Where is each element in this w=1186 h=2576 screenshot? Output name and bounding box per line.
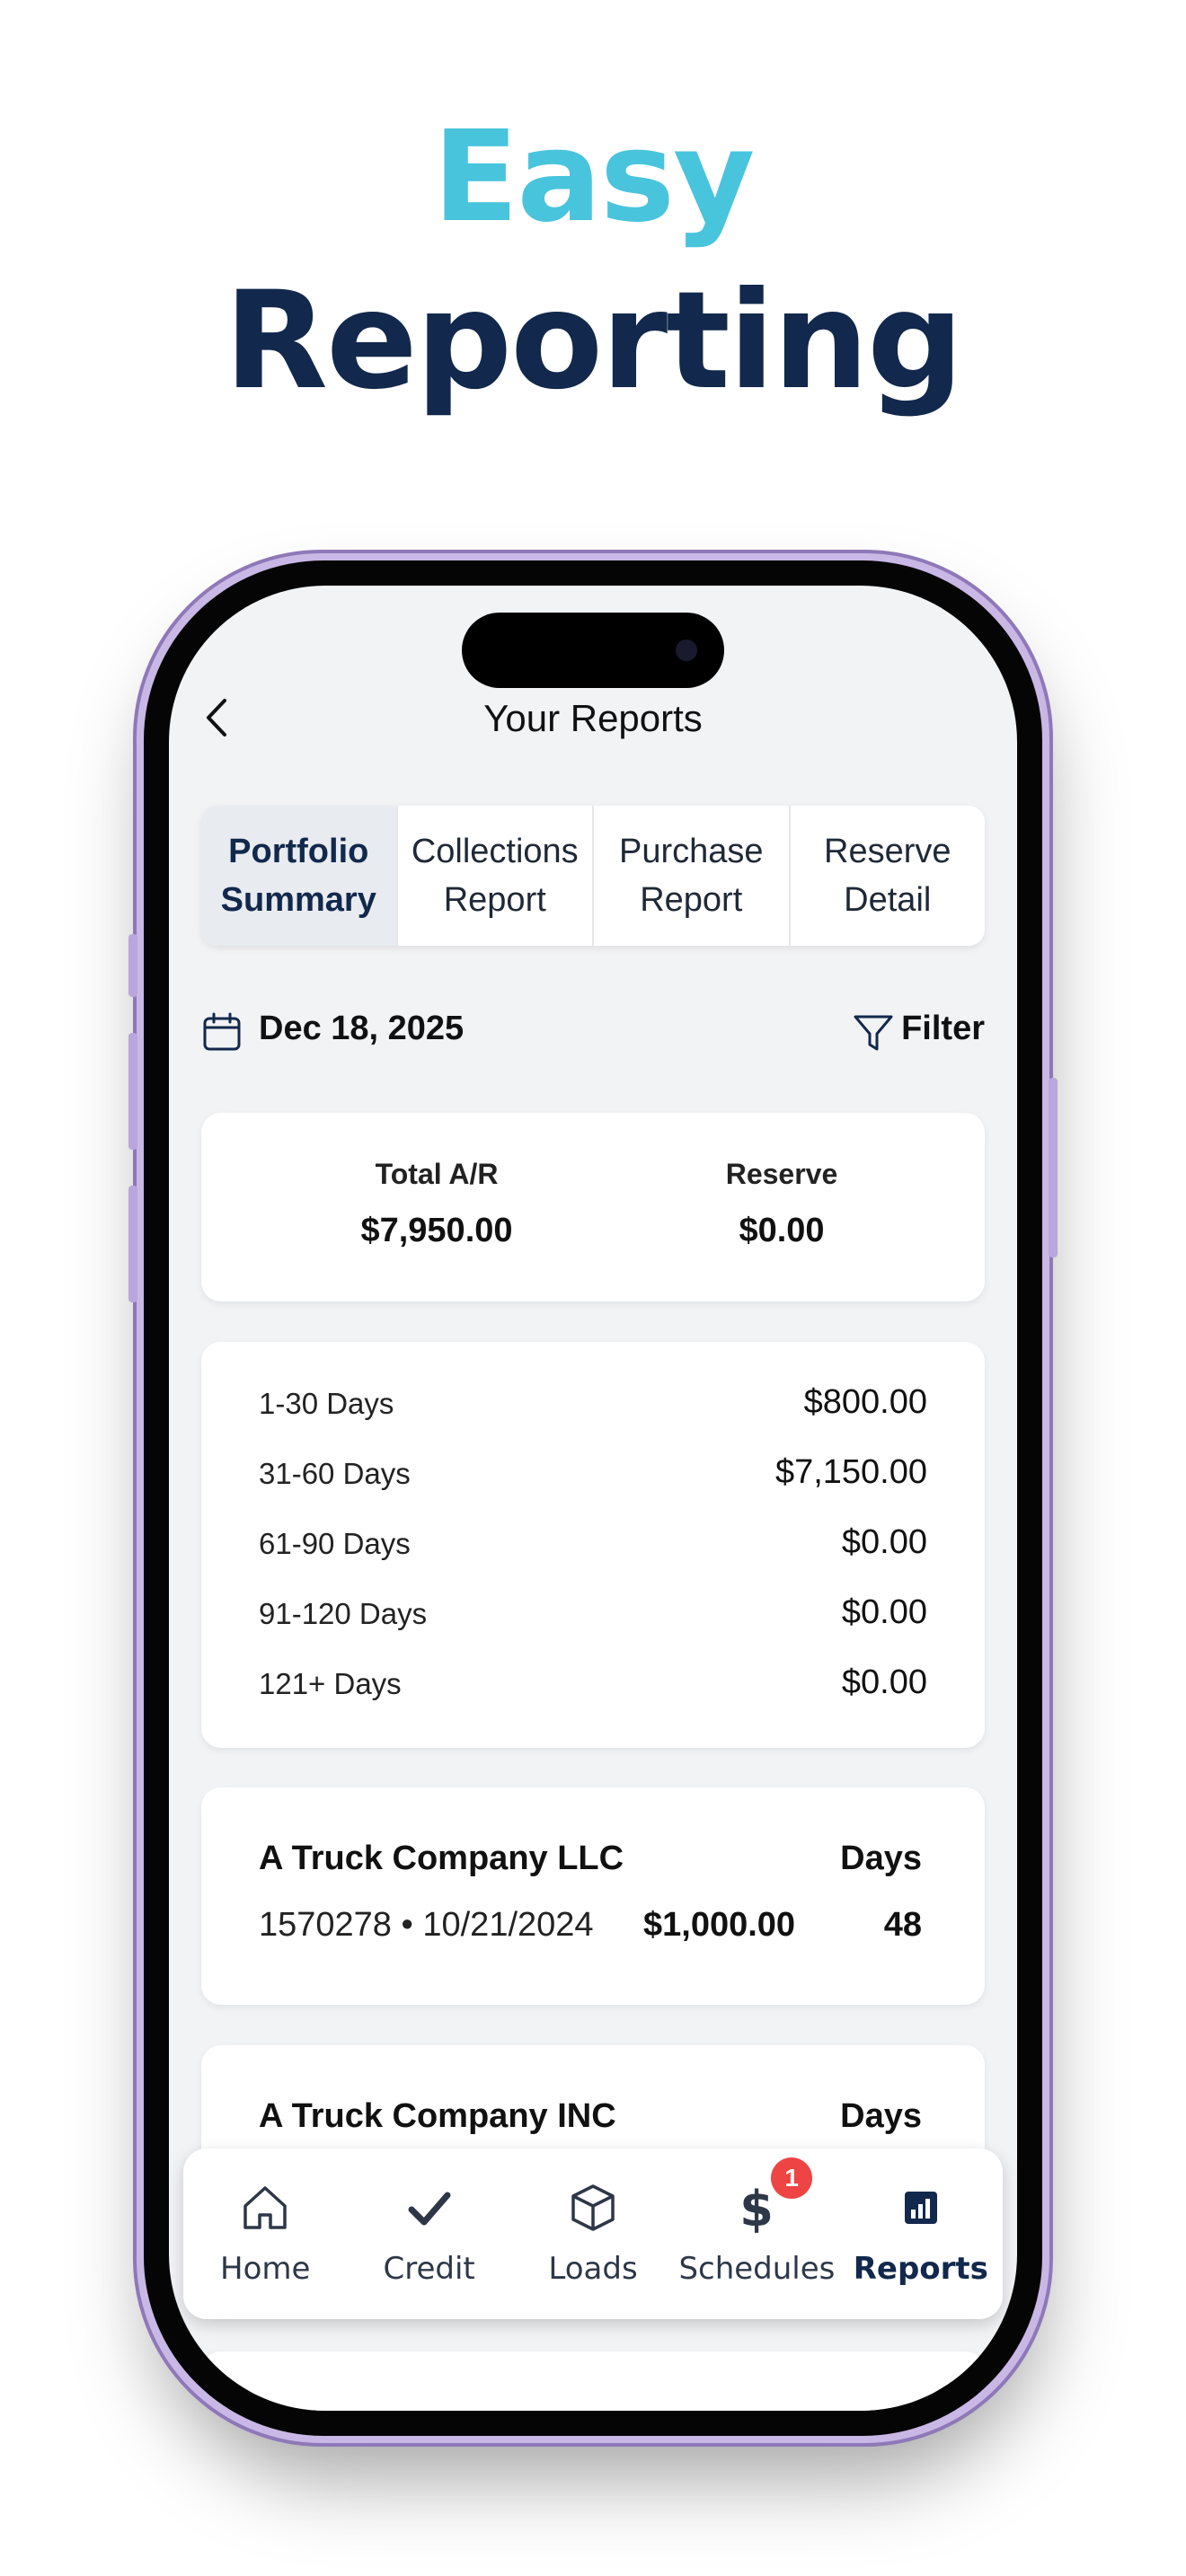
days-label: Days	[840, 2097, 922, 2135]
reserve: Reserve $0.00	[647, 1156, 916, 1251]
tab-label: Credit	[383, 2251, 475, 2287]
total-ar-value: $7,950.00	[360, 1212, 513, 1249]
tab-credit[interactable]: Credit	[347, 2148, 510, 2319]
company-name: A Truck Company LLC	[259, 1839, 624, 1877]
calendar-icon[interactable]	[201, 1011, 243, 1053]
tab-label: Reports	[853, 2251, 988, 2287]
reserve-label: Reserve	[725, 1158, 838, 1190]
camera-icon	[676, 640, 697, 661]
aging-label: 31-60 Days	[259, 1457, 411, 1490]
aging-row: 1-30 Days $800.00	[259, 1378, 927, 1432]
dynamic-island	[462, 613, 724, 688]
bar-chart-icon	[904, 2192, 937, 2224]
company-name: A Truck Company INC	[259, 2097, 616, 2135]
power-button	[1049, 1078, 1058, 1257]
tab-reserve-detail[interactable]: Reserve Detail	[788, 806, 986, 946]
aging-row: 31-60 Days $7,150.00	[259, 1448, 927, 1502]
tab-label: Loads	[548, 2251, 638, 2287]
side-button	[128, 934, 137, 997]
aging-row: 61-90 Days $0.00	[259, 1518, 927, 1572]
total-ar-label: Total A/R	[375, 1158, 499, 1190]
tab-portfolio-summary[interactable]: Portfolio Summary	[201, 806, 396, 946]
tab-label: Schedules	[678, 2251, 836, 2287]
tab-reports[interactable]: Reports	[839, 2148, 1003, 2319]
invoice-card[interactable]	[201, 2351, 985, 2411]
tab-purchase-report[interactable]: Purchase Report	[592, 806, 789, 946]
checkmark-icon	[408, 2192, 451, 2226]
bottom-tab-bar: Home Credit Loads $ 1 Schedules Reports	[183, 2148, 1003, 2319]
aging-card: 1-30 Days $800.00 31-60 Days $7,150.00 6…	[201, 1342, 985, 1748]
aging-label: 1-30 Days	[259, 1387, 394, 1420]
tab-collections-report[interactable]: Collections Report	[395, 806, 593, 946]
aging-label: 91-120 Days	[259, 1597, 428, 1630]
box-icon	[571, 2184, 615, 2231]
tab-loads[interactable]: Loads	[511, 2148, 675, 2319]
headline-reporting: Reporting	[224, 263, 964, 419]
aging-value: $800.00	[803, 1383, 927, 1421]
aging-row: 121+ Days $0.00	[259, 1658, 927, 1712]
invoice-amount: $1,000.00	[643, 1906, 796, 1944]
aging-label: 61-90 Days	[259, 1527, 411, 1560]
aging-value: $0.00	[841, 1523, 927, 1561]
tab-label: Home	[220, 2251, 311, 2287]
aging-value: $0.00	[841, 1593, 927, 1631]
total-ar: Total A/R $7,950.00	[302, 1156, 571, 1251]
aging-label: 121+ Days	[259, 1667, 402, 1700]
home-icon	[243, 2186, 287, 2229]
aging-value: $0.00	[841, 1663, 927, 1701]
tab-schedules[interactable]: $ 1 Schedules	[675, 2148, 838, 2319]
reserve-value: $0.00	[739, 1212, 825, 1249]
headline-easy: Easy	[432, 104, 756, 251]
notification-badge: 1	[771, 2157, 813, 2199]
page-title: Your Reports	[483, 697, 703, 739]
filter-icon[interactable]	[852, 1011, 895, 1054]
date-filter-row: Dec 18, 2025 Filter	[201, 1004, 985, 1058]
report-date[interactable]: Dec 18, 2025	[259, 1010, 464, 1048]
phone-screen: Your Reports Portfolio Summary Collectio…	[169, 586, 1017, 2411]
invoice-meta: 1570278 • 10/21/2024	[259, 1906, 594, 1944]
aging-value: $7,150.00	[774, 1453, 927, 1491]
tab-home[interactable]: Home	[183, 2148, 347, 2319]
volume-up-button	[128, 1033, 137, 1150]
invoice-days: 48	[883, 1906, 922, 1944]
volume-down-button	[128, 1186, 137, 1302]
report-tabs: Portfolio Summary Collections Report Pur…	[201, 806, 985, 946]
days-label: Days	[840, 1839, 922, 1877]
summary-card: Total A/R $7,950.00 Reserve $0.00	[201, 1113, 985, 1301]
svg-text:$: $	[740, 2181, 774, 2236]
aging-row: 91-120 Days $0.00	[259, 1588, 927, 1642]
filter-button[interactable]: Filter	[901, 1010, 985, 1048]
invoice-card[interactable]: A Truck Company LLC Days 1570278 • 10/21…	[201, 1787, 985, 2005]
